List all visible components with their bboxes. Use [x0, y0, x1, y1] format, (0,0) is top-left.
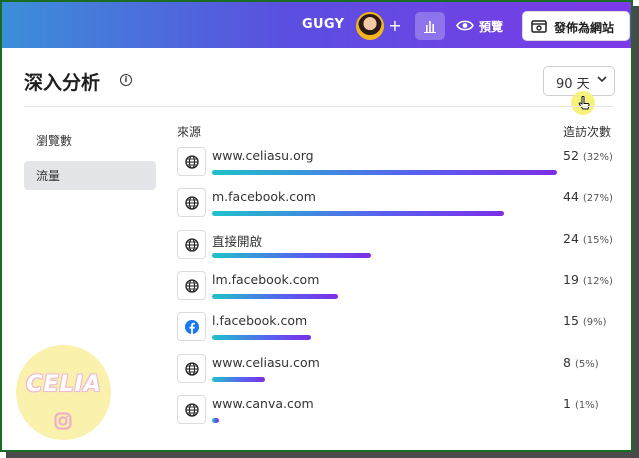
sidebar-item-label: 瀏覽數 — [36, 134, 73, 148]
visit-bar — [212, 170, 557, 175]
preview-button[interactable]: 預覽 — [452, 12, 514, 40]
source-name: www.canva.com — [212, 396, 314, 411]
globe-icon — [185, 155, 199, 169]
traffic-source-row: m.facebook.com 44 (27%) — [177, 188, 617, 222]
publish-website-button[interactable]: 發佈為網站 — [522, 11, 630, 41]
app-window: GUGY + 預覽 發佈為網站 深入分析 i 90 天 瀏覽數 流量 來源 造訪… — [0, 0, 633, 452]
instagram-icon — [54, 412, 72, 430]
source-icon-box — [177, 188, 206, 217]
brand-name: GUGY — [302, 17, 345, 32]
globe-icon — [185, 238, 199, 252]
visit-number: 24 — [563, 231, 579, 246]
visit-bar — [212, 294, 338, 299]
frame-shadow-right — [633, 6, 639, 458]
info-icon[interactable]: i — [120, 74, 132, 86]
visit-bar — [212, 377, 265, 382]
globe-icon — [185, 196, 199, 210]
publish-label: 發佈為網站 — [554, 21, 615, 35]
date-range-label: 90 天 — [556, 77, 590, 92]
visit-percent: (5%) — [574, 359, 599, 370]
header-divider — [24, 106, 613, 107]
preview-label: 預覽 — [479, 20, 504, 34]
visit-bar-track — [212, 335, 557, 340]
visit-percent: (27%) — [582, 193, 613, 204]
visit-bar-track — [212, 418, 557, 423]
source-icon-box — [177, 312, 206, 341]
visit-number: 15 — [563, 313, 579, 328]
insights-button[interactable] — [415, 12, 445, 40]
source-name: l.facebook.com — [212, 313, 308, 328]
traffic-source-row: www.celiasu.com 8 (5%) — [177, 354, 617, 388]
add-collaborator-button[interactable]: + — [385, 16, 405, 36]
source-name: m.facebook.com — [212, 189, 316, 204]
source-column-header: 來源 — [177, 125, 202, 139]
source-icon-box — [177, 147, 206, 176]
visit-count: 44 (27%) — [563, 189, 613, 204]
bar-chart-icon — [424, 21, 436, 33]
visit-number: 19 — [563, 272, 579, 287]
globe-icon — [185, 403, 199, 417]
visit-bar — [212, 211, 504, 216]
visit-count: 8 (5%) — [563, 355, 599, 370]
source-name: lm.facebook.com — [212, 272, 320, 287]
source-icon-box — [177, 395, 206, 424]
globe-icon — [185, 362, 199, 376]
visit-number: 1 — [563, 396, 571, 411]
visit-bar-track — [212, 253, 557, 258]
visit-count: 19 (12%) — [563, 272, 613, 287]
sidebar-item-label: 流量 — [36, 169, 61, 183]
traffic-source-row: lm.facebook.com 19 (12%) — [177, 271, 617, 305]
frame-shadow-bottom — [6, 452, 639, 458]
visit-number: 8 — [563, 355, 571, 370]
avatar[interactable] — [356, 12, 384, 40]
source-name: 直接開啟 — [212, 234, 263, 249]
visit-number: 44 — [563, 189, 579, 204]
visit-bar — [212, 253, 371, 258]
traffic-source-row: www.celiasu.org 52 (32%) — [177, 147, 617, 181]
traffic-source-row: 直接開啟 24 (15%) — [177, 230, 617, 264]
visit-percent: (12%) — [582, 276, 613, 287]
website-icon — [531, 20, 547, 33]
visit-bar — [212, 418, 219, 423]
visit-bar-track — [212, 170, 557, 175]
visit-percent: (9%) — [582, 317, 607, 328]
visit-bar-track — [212, 211, 557, 216]
top-bar: GUGY + 預覽 發佈為網站 — [2, 2, 631, 48]
visit-bar-track — [212, 377, 557, 382]
sidebar-item-views[interactable]: 瀏覽數 — [24, 126, 156, 155]
visit-count: 15 (9%) — [563, 313, 607, 328]
visit-count: 24 (15%) — [563, 231, 613, 246]
eye-icon — [456, 20, 474, 31]
watermark-text: CELIA — [26, 372, 102, 397]
page-title: 深入分析 — [24, 72, 101, 94]
source-icon-box — [177, 230, 206, 259]
visit-bar — [212, 335, 311, 340]
source-name: www.celiasu.com — [212, 355, 320, 370]
pointer-hand-icon — [578, 96, 590, 110]
globe-icon — [185, 279, 199, 293]
traffic-source-row: l.facebook.com 15 (9%) — [177, 312, 617, 346]
sidebar-item-traffic[interactable]: 流量 — [24, 161, 156, 190]
visits-column-header: 造訪次數 — [563, 125, 612, 139]
chevron-down-icon — [597, 76, 607, 83]
visit-percent: (1%) — [574, 400, 599, 411]
visit-percent: (15%) — [582, 235, 613, 246]
source-name: www.celiasu.org — [212, 148, 314, 163]
visit-count: 52 (32%) — [563, 148, 613, 163]
source-icon-box — [177, 354, 206, 383]
facebook-icon — [185, 320, 199, 334]
visit-count: 1 (1%) — [563, 396, 599, 411]
visit-bar-track — [212, 294, 557, 299]
traffic-source-row: www.canva.com 1 (1%) — [177, 395, 617, 429]
source-icon-box — [177, 271, 206, 300]
visit-percent: (32%) — [582, 152, 613, 163]
visit-number: 52 — [563, 148, 579, 163]
